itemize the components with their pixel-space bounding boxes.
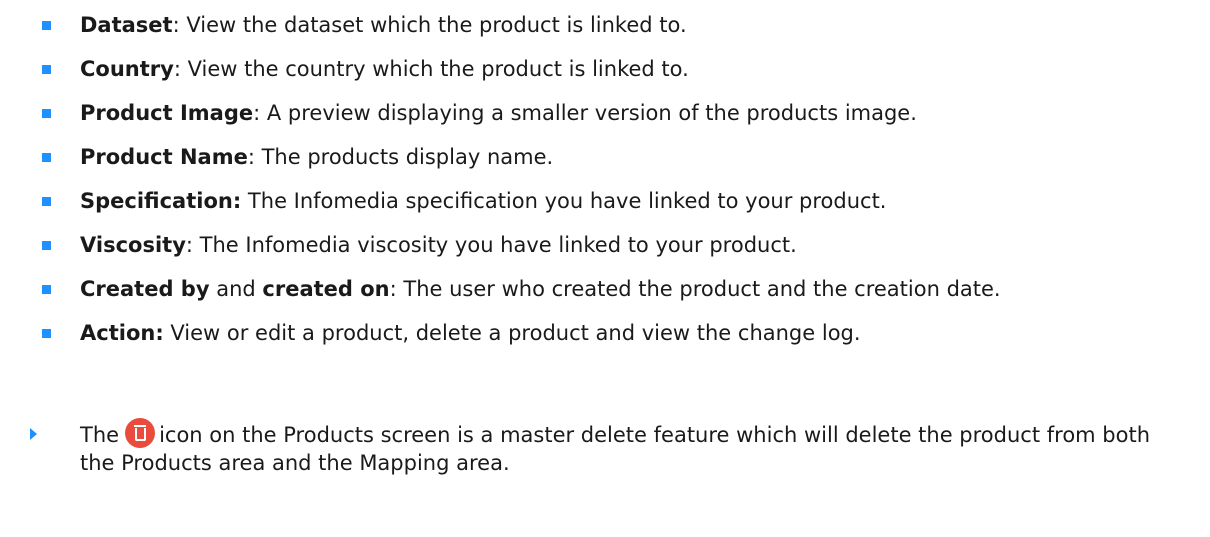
term-description: The Infomedia viscosity you have linked … <box>192 233 797 257</box>
term-description: View the dataset which the product is li… <box>179 13 687 37</box>
term-label: Viscosity <box>80 233 186 257</box>
tip-text-after: icon on the Products screen is a master … <box>80 423 1151 475</box>
term-label: Country <box>80 57 174 81</box>
delete-icon-bin <box>135 428 147 441</box>
square-bullet-icon <box>42 21 51 30</box>
square-bullet-icon <box>42 329 51 338</box>
term-description: The products display name. <box>254 145 554 169</box>
term-separator: : <box>172 13 180 37</box>
list-item-specification: Specification: The Infomedia specificati… <box>42 183 1210 227</box>
field-list: Dataset: View the dataset which the prod… <box>42 7 1210 359</box>
list-item-country: Country: View the country which the prod… <box>42 51 1210 95</box>
term-separator: : <box>185 233 193 257</box>
term-label: Dataset <box>80 13 173 37</box>
delete-icon-lid <box>134 425 147 427</box>
term-label: Product Image <box>80 101 254 125</box>
term-description: View or edit a product, delete a product… <box>163 321 861 345</box>
term-label: Action: <box>80 321 164 345</box>
term-description: View the country which the product is li… <box>180 57 689 81</box>
term-description: A preview displaying a smaller version o… <box>260 101 917 125</box>
term-label: Created by <box>80 277 210 301</box>
tip-paragraph: The icon on the Products screen is a mast… <box>30 418 1190 477</box>
square-bullet-icon <box>42 109 51 118</box>
list-item-dataset: Dataset: View the dataset which the prod… <box>42 7 1210 51</box>
term-separator: : <box>247 145 255 169</box>
term-label-secondary: created on <box>262 277 390 301</box>
term-label: Specification: <box>80 189 242 213</box>
square-bullet-icon <box>42 285 51 294</box>
term-connector: and <box>209 277 263 301</box>
delete-icon <box>125 418 156 448</box>
list-item-created-by: Created by and created on: The user who … <box>42 271 1210 315</box>
term-separator: : <box>173 57 181 81</box>
list-item-viscosity: Viscosity: The Infomedia viscosity you h… <box>42 227 1210 271</box>
square-bullet-icon <box>42 153 51 162</box>
tip-text-before: The <box>80 423 120 447</box>
arrow-bullet-icon <box>30 428 37 440</box>
term-separator: : <box>389 277 397 301</box>
term-label: Product Name <box>80 145 248 169</box>
document-page: Dataset: View the dataset which the prod… <box>0 0 1210 537</box>
square-bullet-icon <box>42 65 51 74</box>
list-item-action: Action: View or edit a product, delete a… <box>42 315 1210 359</box>
term-description: The Infomedia specification you have lin… <box>241 189 887 213</box>
list-item-product-image: Product Image: A preview displaying a sm… <box>42 95 1210 139</box>
square-bullet-icon <box>42 241 51 250</box>
term-description: The user who created the product and the… <box>396 277 1001 301</box>
square-bullet-icon <box>42 197 51 206</box>
list-item-product-name: Product Name: The products display name. <box>42 139 1210 183</box>
